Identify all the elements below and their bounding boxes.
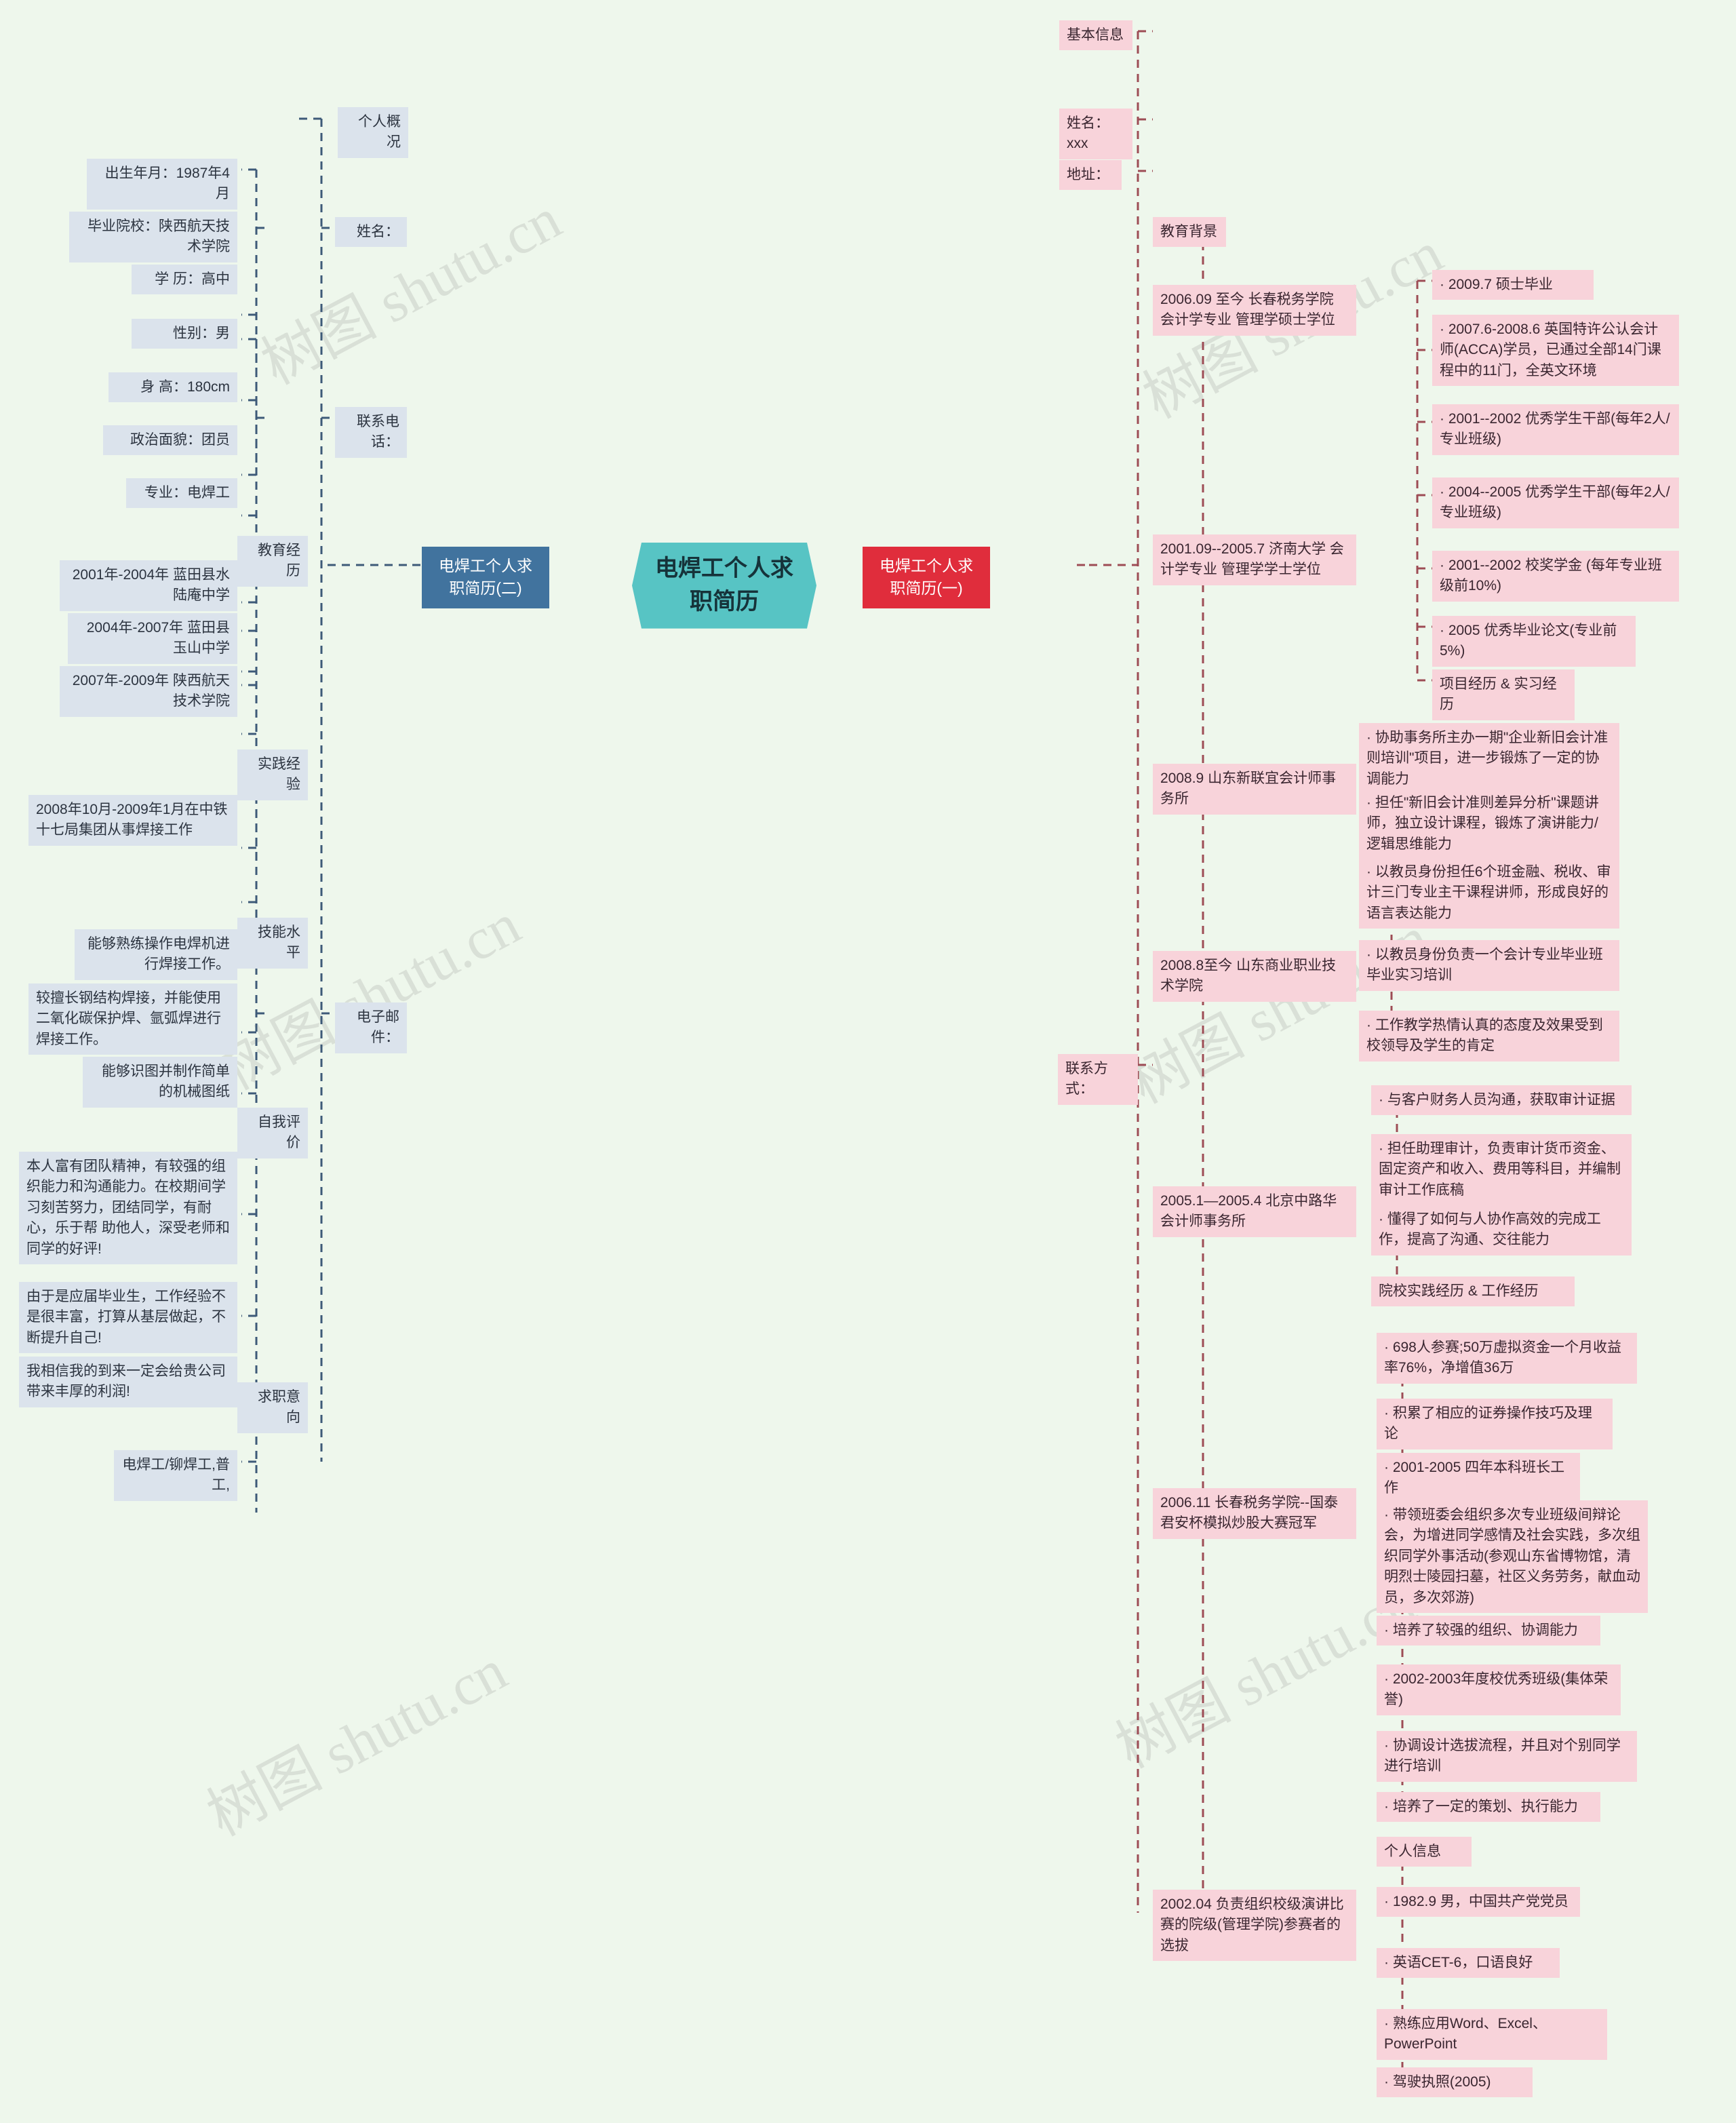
left-leaf-intent-1[interactable]: 电焊工/铆焊工,普工, — [114, 1450, 237, 1501]
right-node-contact[interactable]: 联系方式： — [1058, 1054, 1138, 1105]
right-leaf-english[interactable]: · 英语CET-6，口语良好 — [1377, 1948, 1560, 1979]
watermark: 树图 shutu.cn — [210, 891, 530, 1103]
right-node-contest-champion[interactable]: 2006.11 长春税务学院--国泰君安杯模拟炒股大赛冠军 — [1153, 1488, 1356, 1539]
left-leaf-skill-3[interactable]: 能够识图并制作简单的机械图纸 — [83, 1057, 237, 1108]
right-leaf-office-software[interactable]: · 熟练应用Word、Excel、PowerPoint — [1377, 2009, 1607, 2060]
right-leaf-teach-internship[interactable]: · 以教员身份负责一个会计专业毕业班毕业实习培训 — [1359, 940, 1619, 991]
left-node-job-intent[interactable]: 求职意向 — [237, 1382, 308, 1433]
left-leaf-practice-1[interactable]: 2008年10月-2009年1月在中铁十七局集团从事焊接工作 — [28, 795, 237, 846]
right-leaf-acca[interactable]: · 2007.6-2008.6 英国特许公认会计师(ACCA)学员，已通过全部1… — [1432, 315, 1679, 387]
left-leaf-eval-1[interactable]: 本人富有团队精神，有较强的组织能力和沟通能力。在校期间学习刻苦努力，团结同学，有… — [19, 1152, 237, 1265]
left-leaf-edu-2[interactable]: 2004年-2007年 蓝田县玉山中学 — [68, 613, 237, 664]
right-node-address[interactable]: 地址： — [1059, 160, 1122, 191]
branch-root-left[interactable]: 电焊工个人求职简历(二) — [422, 547, 549, 608]
left-leaf-gender[interactable]: 性别：男 — [132, 319, 237, 349]
left-node-email[interactable]: 电子邮件： — [335, 1002, 407, 1053]
right-leaf-master-grad[interactable]: · 2009.7 硕士毕业 — [1432, 270, 1594, 300]
center-topic[interactable]: 电焊工个人求职简历 — [632, 543, 816, 629]
left-leaf-school[interactable]: 毕业院校：陕西航天技术学院 — [69, 212, 237, 262]
right-leaf-driver-license[interactable]: · 驾驶执照(2005) — [1377, 2067, 1533, 2098]
right-leaf-audit-assistant[interactable]: · 担任助理审计，负责审计货币资金、固定资产和收入、费用等科目，并编制审计工作底… — [1371, 1134, 1632, 1206]
right-leaf-assist-training[interactable]: · 协助事务所主办一期"企业新旧会计准则培训"项目，进一步锻炼了一定的协调能力 — [1359, 723, 1619, 795]
right-leaf-contest-detail[interactable]: · 698人参赛;50万虚拟资金一个月收益率76%，净增值36万 — [1377, 1333, 1637, 1384]
right-leaf-teach-6classes[interactable]: · 以教员身份担任6个班金融、税收、审计三门专业主干课程讲师，形成良好的语言表达… — [1359, 857, 1619, 929]
watermark: 树图 shutu.cn — [197, 1637, 517, 1849]
right-leaf-thesis[interactable]: · 2005 优秀毕业论文(专业前5%) — [1432, 616, 1636, 667]
right-node-edu-background[interactable]: 教育背景 — [1153, 217, 1226, 248]
right-leaf-cadre-2004[interactable]: · 2004--2005 优秀学生干部(每年2人/专业班级) — [1432, 478, 1679, 528]
left-node-phone[interactable]: 联系电话： — [335, 407, 407, 458]
right-leaf-personal-info[interactable]: 个人信息 — [1377, 1837, 1472, 1867]
right-node-basic-info[interactable]: 基本信息 — [1059, 20, 1132, 51]
left-leaf-political[interactable]: 政治面貌：团员 — [103, 425, 237, 456]
right-node-work-shandong[interactable]: 2008.8至今 山东商业职业技术学院 — [1153, 951, 1356, 1002]
left-leaf-edu-3[interactable]: 2007年-2009年 陕西航天技术学院 — [60, 666, 237, 717]
right-node-edu-bachelor[interactable]: 2001.09--2005.7 济南大学 会计学专业 管理学学士学位 — [1153, 534, 1356, 585]
right-leaf-teach-recognition[interactable]: · 工作教学热情认真的态度及效果受到校领导及学生的肯定 — [1359, 1011, 1619, 1062]
left-node-practice[interactable]: 实践经验 — [237, 749, 308, 800]
left-leaf-eval-3[interactable]: 我相信我的到来一定会给贵公司带来丰厚的利润! — [19, 1357, 237, 1407]
left-leaf-major[interactable]: 专业：电焊工 — [126, 478, 237, 509]
right-leaf-class-activities[interactable]: · 带领班委会组织多次专业班级间辩论会，为增进同学感情及社会实践，多次组织同学外… — [1377, 1500, 1648, 1614]
left-leaf-eval-2[interactable]: 由于是应届毕业生，工作经验不是很丰富，打算从基层做起，不断提升自己! — [19, 1282, 237, 1354]
right-node-name[interactable]: 姓名：xxx — [1059, 109, 1132, 159]
left-node-name[interactable]: 姓名： — [335, 217, 407, 248]
right-leaf-lecturer-diff[interactable]: · 担任"新旧会计准则差异分析"课题讲师，独立设计课程，锻炼了演讲能力/逻辑思维… — [1359, 788, 1619, 860]
right-leaf-project-internship[interactable]: 项目经历 & 实习经历 — [1432, 669, 1575, 720]
right-leaf-birth-party[interactable]: · 1982.9 男，中国共产党党员 — [1377, 1887, 1580, 1917]
right-leaf-audit-teamwork[interactable]: · 懂得了如何与人协作高效的完成工作，提高了沟通、交往能力 — [1371, 1205, 1632, 1255]
left-leaf-edu-1[interactable]: 2001年-2004年 蓝田县水陆庵中学 — [60, 560, 237, 611]
right-leaf-audit-communicate[interactable]: · 与客户财务人员沟通，获取审计证据 — [1371, 1085, 1632, 1116]
left-node-self-eval[interactable]: 自我评价 — [237, 1108, 308, 1158]
left-leaf-height[interactable]: 身 高：180cm — [108, 372, 237, 403]
left-leaf-skill-2[interactable]: 较擅长钢结构焊接，并能使用二氧化碳保护焊、氩弧焊进行焊接工作。 — [28, 983, 237, 1055]
right-node-work-zhonglu[interactable]: 2005.1—2005.4 北京中路华会计师事务所 — [1153, 1186, 1356, 1237]
branch-root-right[interactable]: 电焊工个人求职简历(一) — [863, 547, 990, 608]
right-leaf-org-ability[interactable]: · 培养了较强的组织、协调能力 — [1377, 1616, 1600, 1646]
right-node-work-xinlianyi[interactable]: 2008.9 山东新联宜会计师事务所 — [1153, 764, 1356, 815]
right-leaf-campus-work-exp[interactable]: 院校实践经历 & 工作经历 — [1371, 1277, 1575, 1307]
left-leaf-degree[interactable]: 学 历：高中 — [132, 265, 237, 295]
left-node-education[interactable]: 教育经历 — [237, 536, 308, 587]
watermark: 树图 shutu.cn — [251, 185, 571, 397]
right-node-speech-selection[interactable]: 2002.04 负责组织校级演讲比赛的院级(管理学院)参赛者的选拔 — [1153, 1890, 1356, 1962]
right-leaf-planning-ability[interactable]: · 培养了一定的策划、执行能力 — [1377, 1792, 1600, 1823]
left-node-overview[interactable]: 个人概况 — [338, 107, 408, 158]
left-leaf-birth[interactable]: 出生年月：1987年4月 — [87, 159, 237, 210]
left-leaf-skill-1[interactable]: 能够熟练操作电焊机进行焊接工作。 — [75, 929, 237, 980]
right-leaf-selection-process[interactable]: · 协调设计选拔流程，并且对个别同学进行培训 — [1377, 1731, 1637, 1782]
right-node-edu-master[interactable]: 2006.09 至今 长春税务学院 会计学专业 管理学硕士学位 — [1153, 285, 1356, 336]
left-node-skills[interactable]: 技能水平 — [237, 918, 308, 969]
right-leaf-cadre-2001[interactable]: · 2001--2002 优秀学生干部(每年2人/专业班级) — [1432, 404, 1679, 455]
right-leaf-monitor-work[interactable]: · 2001-2005 四年本科班长工作 — [1377, 1453, 1580, 1504]
right-leaf-excellent-class[interactable]: · 2002-2003年度校优秀班级(集体荣誉) — [1377, 1664, 1621, 1715]
right-leaf-scholarship[interactable]: · 2001--2002 校奖学金 (每年专业班级前10%) — [1432, 551, 1679, 602]
right-leaf-securities-skill[interactable]: · 积累了相应的证券操作技巧及理论 — [1377, 1399, 1613, 1449]
